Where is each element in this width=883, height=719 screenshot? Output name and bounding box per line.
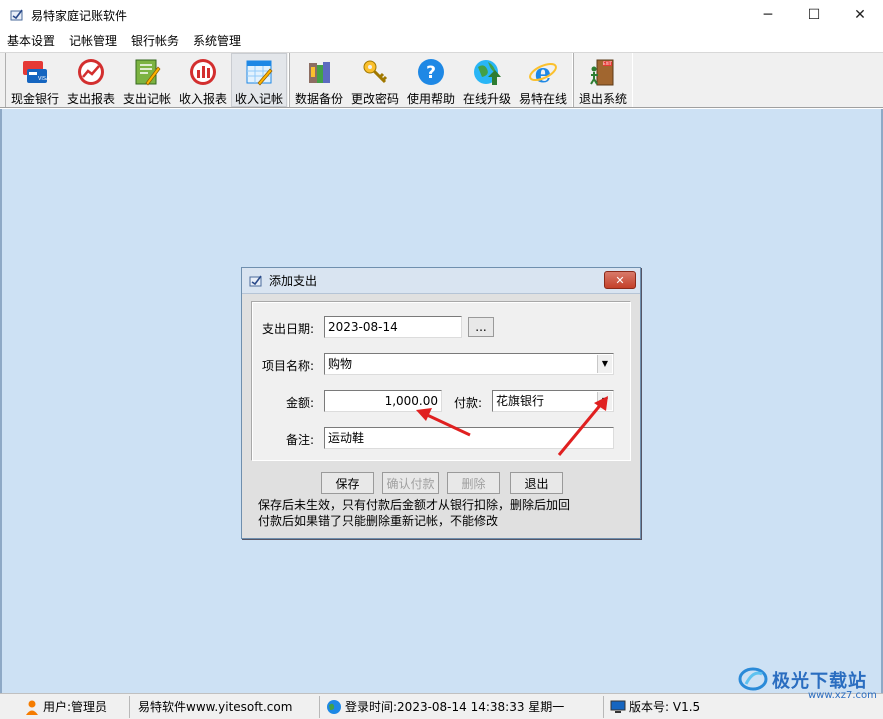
user-icon — [24, 699, 40, 715]
menu-bar: 基本设置 记帐管理 银行帐务 系统管理 — [0, 30, 883, 52]
watermark-url: www.xz7.com — [808, 690, 877, 701]
status-version: 版本号: V1.5 — [604, 696, 724, 718]
cash-bank-icon: VISA — [19, 56, 51, 87]
app-icon — [9, 7, 25, 23]
expense-report-icon — [75, 56, 107, 87]
payment-account-select[interactable]: 花旗银行 ▼ — [492, 390, 614, 412]
amount-input[interactable]: 1,000.00 — [324, 390, 442, 412]
svg-text:EXIT: EXIT — [603, 61, 612, 66]
cash-bank-label: 现金银行 — [10, 92, 59, 106]
memo-input[interactable]: 运动鞋 — [324, 427, 614, 449]
cash-bank-button[interactable]: VISA 现金银行 — [7, 53, 63, 107]
globe-icon — [326, 699, 342, 715]
status-bar: 用户:管理员 易特软件www.yitesoft.com 登录时间:2023-08… — [0, 693, 883, 719]
note-line-2: 付款后如果错了只能删除重新记帐，不能修改 — [258, 514, 499, 528]
menu-bank-accounts[interactable]: 银行帐务 — [124, 30, 186, 52]
change-password-button[interactable]: 更改密码 — [347, 53, 403, 107]
help-icon: ? — [415, 56, 447, 87]
svg-text:VISA: VISA — [38, 76, 50, 82]
dialog-form-panel: 支出日期: 2023-08-14 ... 项目名称: 购物 ▼ 金额: 1,00… — [251, 301, 631, 461]
income-report-icon — [187, 56, 219, 87]
change-password-label: 更改密码 — [350, 92, 399, 106]
income-report-button[interactable]: 收入报表 — [175, 53, 231, 107]
note-line-1: 保存后未生效，只有付款后金额才从银行扣除，删除后加回 — [258, 498, 571, 512]
help-label: 使用帮助 — [406, 92, 455, 106]
expense-report-button[interactable]: 支出报表 — [63, 53, 119, 107]
item-name-select[interactable]: 购物 ▼ — [324, 353, 614, 375]
title-bar: 易特家庭记账软件 ─ ☐ ✕ — [0, 0, 883, 30]
online-upgrade-label: 在线升级 — [462, 92, 511, 106]
key-icon — [359, 56, 391, 87]
status-site: 易特软件www.yitesoft.com — [130, 695, 320, 718]
status-user-text: 用户:管理员 — [43, 700, 108, 714]
backup-icon — [303, 56, 335, 87]
dialog-title-bar[interactable]: 添加支出 ✕ — [242, 268, 640, 294]
save-button[interactable]: 保存 — [321, 472, 374, 494]
help-button[interactable]: ? 使用帮助 — [403, 53, 459, 107]
menu-system[interactable]: 系统管理 — [186, 30, 248, 52]
watermark-logo — [738, 666, 768, 695]
date-input[interactable]: 2023-08-14 — [324, 316, 462, 338]
backup-label: 数据备份 — [294, 92, 343, 106]
exit-system-label: 退出系统 — [578, 92, 627, 106]
menu-basic-settings[interactable]: 基本设置 — [0, 30, 62, 52]
toolbar-group-tools: 数据备份 更改密码 ? 使用帮助 在线升级 e 易特在线 — [289, 53, 573, 107]
status-login-text: 登录时间:2023-08-14 14:38:33 星期一 — [345, 700, 565, 714]
confirm-payment-button[interactable]: 确认付款 — [382, 472, 439, 494]
svg-text:?: ? — [426, 63, 436, 83]
online-upgrade-button[interactable]: 在线升级 — [459, 53, 515, 107]
delete-button[interactable]: 删除 — [447, 472, 500, 494]
income-entry-label: 收入记帐 — [234, 92, 283, 106]
status-version-text: 版本号: V1.5 — [629, 700, 701, 714]
amount-label: 金额: — [286, 396, 315, 410]
add-expense-dialog: 添加支出 ✕ 支出日期: 2023-08-14 ... 项目名称: 购物 ▼ 金… — [241, 267, 641, 539]
item-name-label: 项目名称: — [262, 359, 315, 373]
monitor-icon — [610, 699, 626, 715]
dialog-app-icon — [249, 274, 263, 288]
dialog-title: 添加支出 — [269, 274, 318, 288]
menu-bookkeeping[interactable]: 记帐管理 — [62, 30, 124, 52]
yite-online-label: 易特在线 — [518, 92, 567, 106]
toolbar-group-exit: EXIT 退出系统 — [573, 53, 633, 107]
maximize-button[interactable]: ☐ — [791, 0, 837, 30]
backup-button[interactable]: 数据备份 — [291, 53, 347, 107]
payment-label: 付款: — [454, 396, 483, 410]
dialog-close-button[interactable]: ✕ — [604, 271, 636, 289]
status-login: 登录时间:2023-08-14 14:38:33 星期一 — [320, 695, 604, 718]
exit-icon: EXIT — [587, 56, 619, 87]
expense-report-label: 支出报表 — [66, 92, 115, 106]
exit-system-button[interactable]: EXIT 退出系统 — [575, 53, 631, 107]
income-entry-button[interactable]: 收入记帐 — [231, 53, 287, 107]
minimize-button[interactable]: ─ — [745, 0, 791, 30]
expense-entry-icon — [131, 56, 163, 87]
status-site-text: 易特软件www.yitesoft.com — [138, 700, 293, 714]
item-name-value: 购物 — [328, 357, 353, 371]
income-report-label: 收入报表 — [178, 92, 227, 106]
date-label: 支出日期: — [262, 322, 315, 336]
income-entry-icon — [243, 57, 275, 87]
chevron-down-icon[interactable]: ▼ — [597, 392, 612, 410]
expense-entry-button[interactable]: 支出记帐 — [119, 53, 175, 107]
expense-entry-label: 支出记帐 — [122, 92, 171, 106]
payment-account-value: 花旗银行 — [496, 394, 545, 408]
chevron-down-icon[interactable]: ▼ — [597, 355, 612, 373]
date-picker-button[interactable]: ... — [468, 317, 494, 337]
exit-dialog-button[interactable]: 退出 — [510, 472, 563, 494]
ie-icon: e — [527, 56, 559, 87]
globe-upgrade-icon — [471, 56, 503, 87]
status-user: 用户:管理员 — [0, 695, 130, 718]
toolbar-group-accounting: VISA 现金银行 支出报表 支出记帐 收入报表 收入记帐 — [5, 53, 289, 107]
toolbar: VISA 现金银行 支出报表 支出记帐 收入报表 收入记帐 数据备份 更改密码 … — [0, 52, 883, 108]
close-button[interactable]: ✕ — [837, 0, 883, 30]
memo-label: 备注: — [286, 433, 315, 447]
yite-online-button[interactable]: e 易特在线 — [515, 53, 571, 107]
window-title: 易特家庭记账软件 — [31, 8, 128, 23]
